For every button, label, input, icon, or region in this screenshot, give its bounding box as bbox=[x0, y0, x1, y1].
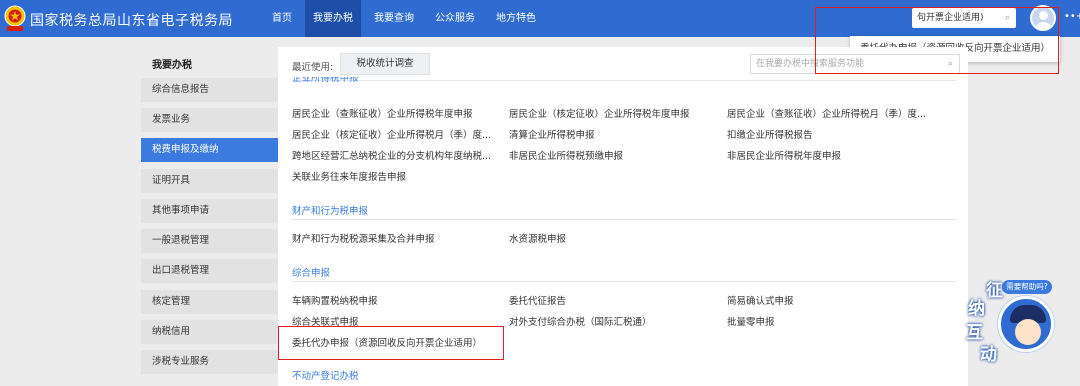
search-icon[interactable]: ⌕ bbox=[948, 55, 953, 73]
sidebar-item-general-refund[interactable]: 一般退税管理 bbox=[141, 229, 278, 253]
tax-assistant-widget[interactable]: 需要帮助吗? 征 纳 互 动 bbox=[960, 278, 1060, 374]
sidebar-item-invoice[interactable]: 发票业务 bbox=[141, 108, 278, 132]
assistant-avatar[interactable] bbox=[998, 296, 1054, 352]
section-heading-property-behavior-tax: 财产和行为税申报 bbox=[292, 206, 369, 217]
link-related-transactions[interactable]: 关联业务往来年度报告申报 bbox=[292, 169, 406, 183]
sidebar-item-tax-declaration[interactable]: 税费申报及缴纳 bbox=[141, 138, 278, 162]
link-resident-approved-quarterly[interactable]: 居民企业（核定征收）企业所得税月（季）度... bbox=[292, 127, 491, 141]
link-liquidation[interactable]: 清算企业所得税申报 bbox=[509, 127, 595, 141]
nav-query[interactable]: 我要查询 bbox=[366, 0, 422, 37]
link-nonresident-prepay[interactable]: 非居民企业所得税预缴申报 bbox=[509, 148, 623, 162]
link-property-tax-combined[interactable]: 财产和行为税税源采集及合并申报 bbox=[292, 231, 435, 245]
main-search-placeholder: 在我要办税中搜索服务功能 bbox=[756, 59, 865, 69]
link-resident-audit-quarterly[interactable]: 居民企业（查账征收）企业所得税月（季）度... bbox=[727, 106, 926, 120]
section-divider bbox=[292, 281, 956, 282]
section-heading-real-estate: 不动产登记办税 bbox=[292, 371, 359, 382]
link-batch-zero-declaration[interactable]: 批量零申报 bbox=[727, 314, 775, 328]
link-resident-approved-annual[interactable]: 居民企业（核定征收）企业所得税年度申报 bbox=[509, 106, 690, 120]
link-overseas-payment[interactable]: 对外支付综合办税（国际汇税通） bbox=[509, 314, 652, 328]
sidebar-item-info-report[interactable]: 综合信息报告 bbox=[141, 78, 278, 102]
sidebar-item-professional-service[interactable]: 涉税专业服务 bbox=[141, 350, 278, 374]
link-nonresident-annual[interactable]: 非居民企业所得税年度申报 bbox=[727, 148, 841, 162]
sidebar-item-credit[interactable]: 纳税信用 bbox=[141, 320, 278, 344]
sidebar-item-certificate[interactable]: 证明开具 bbox=[141, 169, 278, 193]
section-heading-corporate-income-tax: 企业所得税申报 bbox=[292, 77, 359, 84]
user-avatar[interactable] bbox=[1030, 5, 1056, 31]
section-divider bbox=[292, 219, 956, 220]
link-entrusted-declaration-recycling[interactable]: 委托代办申报（资源回收反向开票企业适用） bbox=[292, 335, 482, 349]
link-resident-audit-annual[interactable]: 居民企业（查账征收）企业所得税年度申报 bbox=[292, 106, 473, 120]
divider bbox=[292, 80, 956, 81]
link-simple-confirmation[interactable]: 简易确认式申报 bbox=[727, 293, 794, 307]
main-search-input[interactable]: 在我要办税中搜索服务功能 ⌕ bbox=[750, 54, 960, 74]
top-nav-bar: 国家税务总局山东省电子税务局 首页 我要办税 我要查询 公众服务 地方特色 句开… bbox=[0, 0, 1080, 37]
link-cross-region-branch[interactable]: 跨地区经营汇总纳税企业的分支机构年度纳税... bbox=[292, 148, 491, 162]
assistant-char: 纳 bbox=[968, 299, 985, 319]
top-search-input[interactable]: 句开票企业适用) ⌕ bbox=[912, 8, 1016, 28]
assistant-char: 征 bbox=[986, 281, 1003, 301]
nav-public-service[interactable]: 公众服务 bbox=[427, 0, 483, 37]
link-vehicle-purchase-tax[interactable]: 车辆购置税纳税申报 bbox=[292, 293, 378, 307]
top-search-value: 句开票企业适用) bbox=[917, 13, 984, 23]
sidebar-item-assessment[interactable]: 核定管理 bbox=[141, 290, 278, 314]
nav-local-features[interactable]: 地方特色 bbox=[488, 0, 544, 37]
help-bubble[interactable]: 需要帮助吗? bbox=[1002, 280, 1052, 294]
nav-home[interactable]: 首页 bbox=[264, 0, 300, 37]
sidebar: 我要办税 综合信息报告 发票业务 税费申报及缴纳 证明开具 其他事项申请 一般退… bbox=[138, 47, 278, 386]
main-panel: 最近使用: 税收统计调查 在我要办税中搜索服务功能 ⌕ 企业所得税申报 居民企业… bbox=[278, 47, 968, 386]
sidebar-item-export-refund[interactable]: 出口退税管理 bbox=[141, 259, 278, 283]
recent-item-tax-survey[interactable]: 税收统计调查 bbox=[340, 53, 430, 75]
more-icon[interactable]: ••+ bbox=[1064, 11, 1080, 22]
link-water-resource-tax[interactable]: 水资源税申报 bbox=[509, 231, 566, 245]
section-heading-comprehensive: 综合申报 bbox=[292, 268, 331, 279]
sidebar-item-other-application[interactable]: 其他事项申请 bbox=[141, 199, 278, 223]
site-title[interactable]: 国家税务总局山东省电子税务局 bbox=[30, 10, 233, 30]
recent-label: 最近使用: bbox=[292, 62, 334, 73]
link-entrusted-collection-report[interactable]: 委托代征报告 bbox=[509, 293, 566, 307]
more-label: + bbox=[1075, 11, 1080, 22]
nav-tax-handling[interactable]: 我要办税 bbox=[305, 0, 361, 37]
assistant-char: 动 bbox=[980, 345, 997, 365]
assistant-face-icon bbox=[1015, 319, 1041, 345]
sidebar-title: 我要办税 bbox=[152, 60, 192, 71]
search-icon[interactable]: ⌕ bbox=[1005, 8, 1010, 28]
link-withholding-report[interactable]: 扣缴企业所得税报告 bbox=[727, 127, 813, 141]
tax-emblem-icon[interactable] bbox=[4, 4, 26, 32]
link-comprehensive-related[interactable]: 综合关联式申报 bbox=[292, 314, 359, 328]
